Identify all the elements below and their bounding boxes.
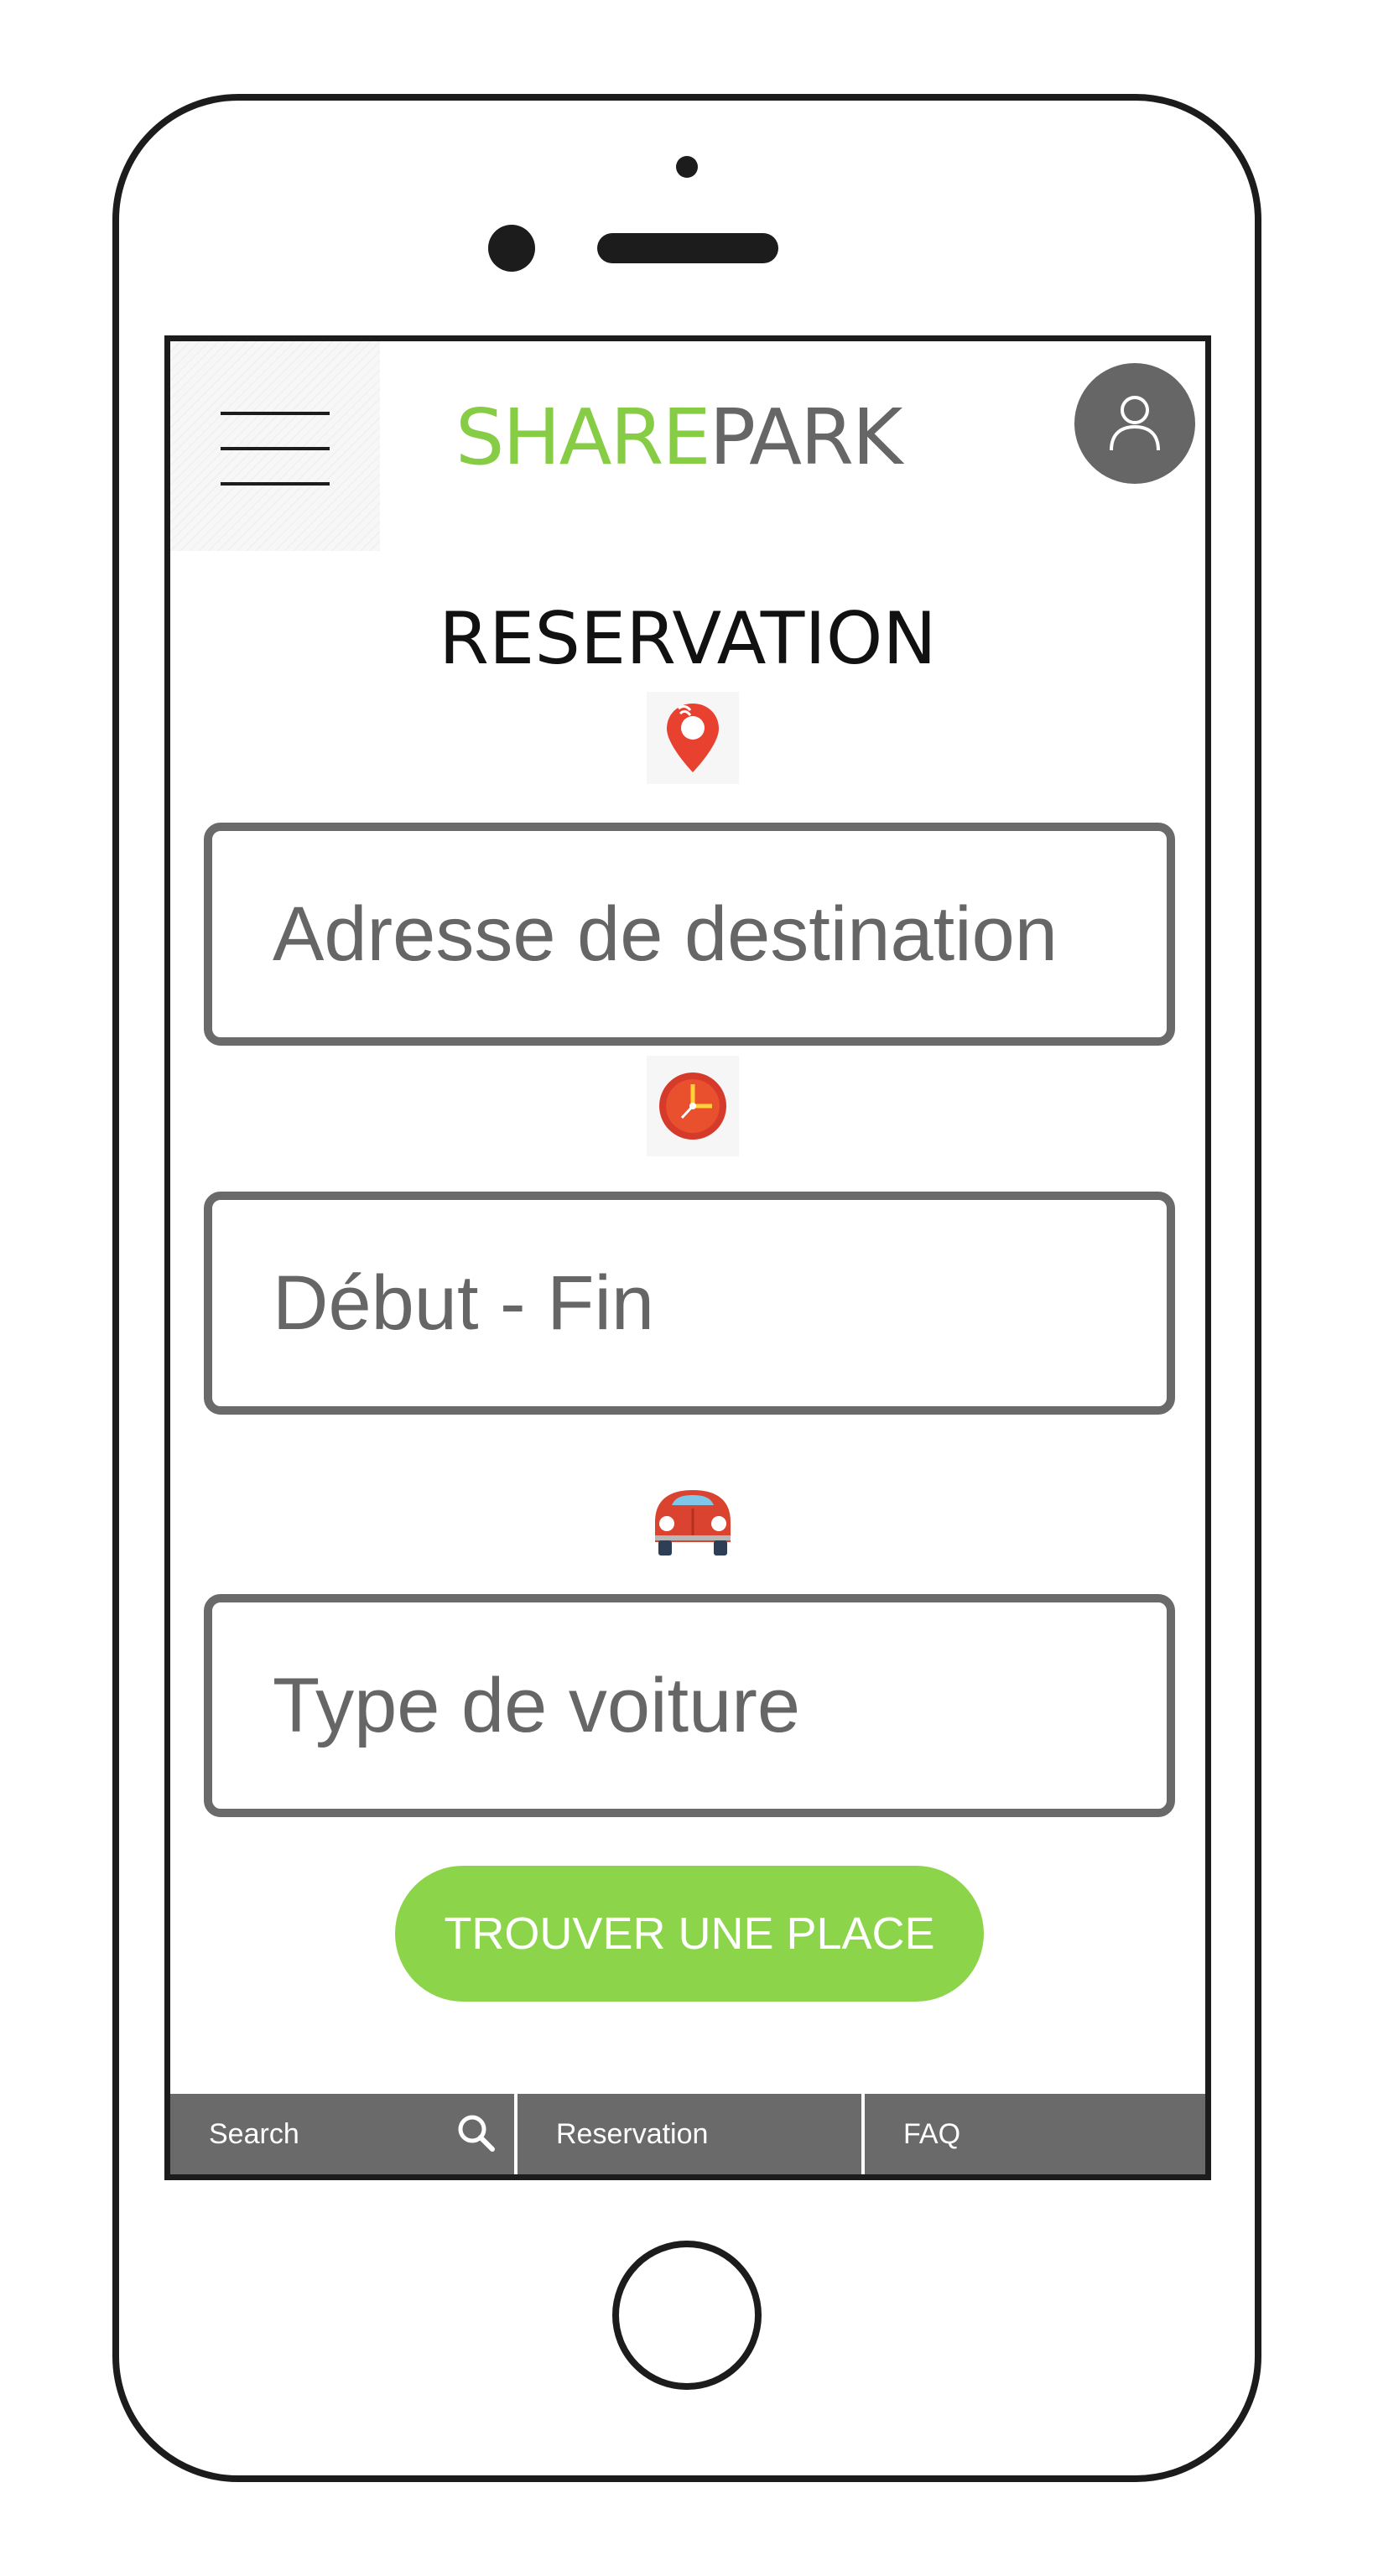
nav-tab-faq[interactable]: FAQ xyxy=(865,2094,1205,2174)
find-parking-button[interactable]: TROUVER UNE PLACE xyxy=(395,1866,984,2002)
bottom-navigation: Search Reservation FAQ xyxy=(170,2094,1205,2174)
nav-tab-label: FAQ xyxy=(903,2118,961,2150)
home-button[interactable] xyxy=(612,2241,762,2390)
location-pin-icon xyxy=(647,692,739,784)
app-logo: SHAREPARK xyxy=(455,392,925,484)
brand-share-text: SHARE xyxy=(455,392,711,482)
nav-tab-label: Reservation xyxy=(556,2118,709,2150)
app-screen: SHAREPARK RESERVATION Adresse de destina… xyxy=(164,335,1211,2180)
earpiece-speaker xyxy=(597,233,778,263)
nav-tab-search[interactable]: Search xyxy=(170,2094,514,2174)
destination-address-input[interactable]: Adresse de destination xyxy=(204,823,1175,1046)
nav-tab-label: Search xyxy=(209,2118,299,2150)
brand-park-text: PARK xyxy=(709,392,903,482)
car-type-placeholder: Type de voiture xyxy=(273,1663,801,1748)
clock-icon xyxy=(647,1056,739,1156)
car-type-input[interactable]: Type de voiture xyxy=(204,1594,1175,1817)
user-icon xyxy=(1110,396,1160,451)
car-icon xyxy=(647,1457,739,1566)
user-avatar-button[interactable] xyxy=(1074,363,1195,484)
page-title: RESERVATION xyxy=(439,597,937,681)
nav-tab-reservation[interactable]: Reservation xyxy=(517,2094,861,2174)
menu-area xyxy=(170,341,380,551)
start-end-time-input[interactable]: Début - Fin xyxy=(204,1192,1175,1415)
destination-placeholder: Adresse de destination xyxy=(273,891,1058,977)
search-icon xyxy=(458,2115,495,2152)
hamburger-menu-icon[interactable] xyxy=(221,412,330,487)
time-placeholder: Début - Fin xyxy=(273,1260,655,1346)
proximity-sensor xyxy=(676,156,698,178)
front-camera xyxy=(488,225,535,272)
